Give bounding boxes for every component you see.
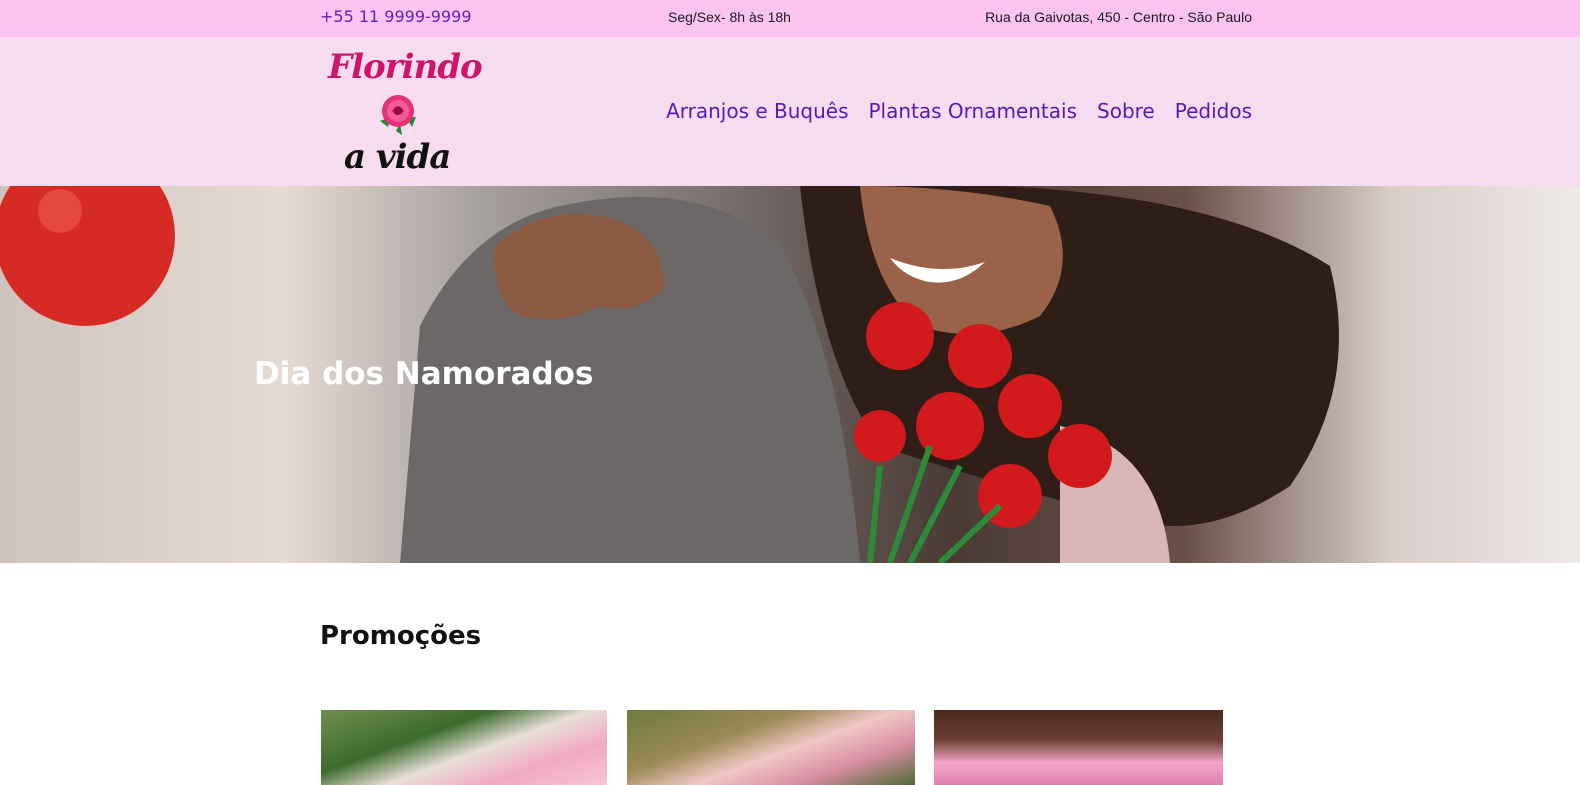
promotions-heading: Promoções [320,621,482,651]
logo-text-bottom: a vida [344,137,451,177]
nav-item-plantas[interactable]: Plantas Ornamentais [869,99,1078,123]
site-header: Florindo a vida Arranjos e Buquês Planta… [0,37,1580,186]
business-hours: Seg/Sex- 8h às 18h [668,9,791,25]
main-nav: Arranjos e Buquês Plantas Ornamentais So… [666,99,1252,123]
promotion-cards [321,710,1224,785]
logo-text-top: Florindo [328,47,483,87]
hero-photo [0,186,1339,563]
rose-icon [374,91,422,139]
phone-link[interactable]: +55 11 9999-9999 [320,7,472,26]
promotion-card-roses-image[interactable] [934,710,1223,785]
nav-item-arranjos[interactable]: Arranjos e Buquês [666,99,848,123]
site-logo[interactable]: Florindo a vida [322,47,483,177]
promotion-card-arrangement-image[interactable] [627,710,915,785]
nav-item-pedidos[interactable]: Pedidos [1175,99,1252,123]
hero-banner: Dia dos Namorados [0,186,1580,563]
promotion-card-tulips-image[interactable] [321,710,607,785]
top-info-bar: +55 11 9999-9999 Seg/Sex- 8h às 18h Rua … [0,0,1580,37]
store-address: Rua da Gaivotas, 450 - Centro - São Paul… [985,9,1252,25]
nav-item-sobre[interactable]: Sobre [1097,99,1155,123]
hero-title: Dia dos Namorados [254,356,594,392]
